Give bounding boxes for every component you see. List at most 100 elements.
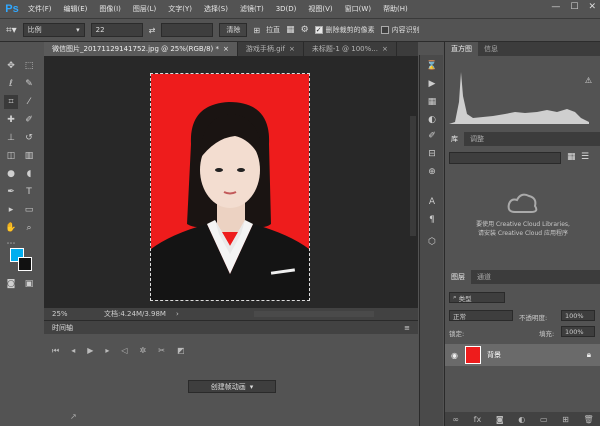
transition-icon[interactable]: ◩	[177, 346, 185, 356]
create-animation-button[interactable]: 创建帧动画 ▾	[188, 380, 276, 393]
blur-tool-icon[interactable]: ●	[4, 167, 18, 181]
blend-mode-dropdown[interactable]: 正常	[449, 310, 513, 321]
fx-icon[interactable]: fx	[474, 415, 482, 424]
gradient-tool-icon[interactable]: ▥	[22, 149, 36, 163]
split-icon[interactable]: ✂	[158, 346, 165, 356]
menu-layer[interactable]: 图层(L)	[127, 4, 162, 14]
character-icon[interactable]: A	[425, 195, 439, 209]
clear-button[interactable]: 清除	[219, 23, 248, 37]
canvas-area[interactable]	[44, 56, 418, 308]
crop-tool-icon[interactable]: ⌗▾	[6, 25, 17, 36]
close-icon[interactable]: ×	[223, 45, 229, 53]
menu-3d[interactable]: 3D(D)	[270, 5, 303, 13]
3d-icon[interactable]: ⬡	[425, 235, 439, 249]
list-view-icon[interactable]: ☰	[581, 152, 589, 162]
gear-icon[interactable]: ⚙	[301, 25, 309, 35]
crop-tool-icon[interactable]: ⌗	[4, 95, 18, 109]
path-select-icon[interactable]: ▸	[4, 203, 18, 217]
opacity-input[interactable]: 100%	[561, 310, 595, 321]
warning-icon[interactable]: ⚠	[585, 76, 592, 85]
swatches-icon[interactable]: ▦	[425, 95, 439, 109]
delete-cropped-checkbox[interactable]: ✓ 删除裁剪的像素	[314, 25, 375, 35]
adjustment-icon[interactable]: ◐	[518, 415, 525, 424]
tab-channels[interactable]: 通道	[471, 270, 497, 284]
new-layer-icon[interactable]: ⊞	[562, 415, 569, 424]
library-dropdown[interactable]	[449, 152, 561, 164]
history-brush-icon[interactable]: ↺	[22, 131, 36, 145]
shape-tool-icon[interactable]: ▭	[22, 203, 36, 217]
straighten-icon[interactable]: ⊞	[253, 26, 260, 35]
menu-file[interactable]: 文件(F)	[22, 4, 58, 14]
audio-icon[interactable]: ◁	[121, 346, 127, 356]
overlay-grid-icon[interactable]: ▦	[286, 25, 295, 35]
folder-icon[interactable]: ▭	[540, 415, 548, 424]
tab-adjustments[interactable]: 调整	[464, 132, 490, 146]
minimize-icon[interactable]: —	[551, 2, 560, 12]
panel-menu-icon[interactable]: ≡	[404, 324, 410, 332]
tab-histogram[interactable]: 直方图	[445, 42, 478, 56]
hand-tool-icon[interactable]: ✋	[4, 221, 18, 235]
quick-select-tool-icon[interactable]: ✎	[22, 77, 36, 91]
chevron-right-icon[interactable]: ›	[176, 310, 179, 318]
layer-row-background[interactable]: ◉ 背景 🔒︎	[445, 344, 600, 366]
eraser-tool-icon[interactable]: ◫	[4, 149, 18, 163]
pen-tool-icon[interactable]: ✒	[4, 185, 18, 199]
marquee-tool-icon[interactable]: ⬚	[22, 59, 36, 73]
crop-bounding-box[interactable]	[150, 73, 310, 301]
tab-info[interactable]: 信息	[478, 42, 504, 56]
clone-source-icon[interactable]: ⊕	[425, 165, 439, 179]
content-aware-checkbox[interactable]: 内容识别	[380, 25, 420, 35]
close-icon[interactable]: ×	[382, 45, 388, 53]
next-frame-icon[interactable]: ▸	[105, 346, 109, 356]
tab-document-3[interactable]: 未标题-1 @ 100%... ×	[304, 42, 397, 56]
menu-type[interactable]: 文字(Y)	[162, 4, 198, 14]
menu-select[interactable]: 选择(S)	[198, 4, 234, 14]
quick-mask-icon[interactable]: ◙	[4, 277, 18, 291]
zoom-level[interactable]: 25%	[52, 310, 88, 318]
visibility-eye-icon[interactable]: ◉	[451, 351, 458, 360]
menu-filter[interactable]: 滤镜(T)	[234, 4, 270, 14]
lock-icon[interactable]: 🔒︎	[587, 350, 591, 360]
straighten-button[interactable]: 拉直	[266, 25, 280, 35]
horizontal-scrollbar[interactable]	[254, 311, 374, 317]
trash-icon[interactable]: 🗑︎	[584, 415, 594, 424]
close-icon[interactable]: ×	[289, 45, 295, 53]
stamp-tool-icon[interactable]: ⊥	[4, 131, 18, 145]
paragraph-icon[interactable]: ¶	[425, 213, 439, 227]
menu-window[interactable]: 窗口(W)	[339, 4, 377, 14]
menu-help[interactable]: 帮助(H)	[377, 4, 414, 14]
move-tool-icon[interactable]: ✥	[4, 59, 18, 73]
lasso-tool-icon[interactable]: ℓ	[4, 77, 18, 91]
zoom-tool-icon[interactable]: ⌕	[22, 221, 36, 235]
menu-edit[interactable]: 编辑(E)	[58, 4, 94, 14]
tool-presets-icon[interactable]: ⊟	[425, 147, 439, 161]
history-icon[interactable]: ⌛	[425, 59, 439, 73]
close-icon[interactable]: ✕	[588, 2, 596, 12]
settings-icon[interactable]: ✲	[140, 346, 147, 356]
menu-view[interactable]: 视图(V)	[302, 4, 338, 14]
dodge-tool-icon[interactable]: ◖	[22, 167, 36, 181]
tab-layers[interactable]: 图层	[445, 270, 471, 284]
filter-kind-dropdown[interactable]: ⌕ 类型	[449, 292, 505, 303]
tab-document-1[interactable]: 微信图片_20171129141752.jpg @ 25%(RGB/8) * ×	[44, 42, 238, 56]
mask-icon[interactable]: ◙	[496, 415, 504, 424]
link-icon[interactable]: ∞	[452, 415, 459, 424]
fill-input[interactable]: 100%	[561, 326, 595, 337]
actions-play-icon[interactable]: ▶	[425, 77, 439, 91]
brush-presets-icon[interactable]: ✐	[425, 129, 439, 143]
background-color-swatch[interactable]	[18, 257, 32, 271]
width-input[interactable]: 22	[90, 23, 143, 37]
play-icon[interactable]: ▶	[87, 346, 93, 356]
ratio-dropdown[interactable]: 比例 ▾	[22, 23, 85, 37]
tab-library[interactable]: 库	[445, 132, 464, 146]
screen-mode-icon[interactable]: ▣	[22, 277, 36, 291]
height-input[interactable]	[161, 23, 214, 37]
healing-tool-icon[interactable]: ✚	[4, 113, 18, 127]
menu-image[interactable]: 图像(I)	[93, 4, 127, 14]
eyedropper-tool-icon[interactable]: ⁄	[22, 95, 36, 109]
brush-tool-icon[interactable]: ✐	[22, 113, 36, 127]
color-icon[interactable]: ◐	[425, 113, 439, 127]
tab-document-2[interactable]: 游戏手柄.gif ×	[238, 42, 304, 56]
maximize-icon[interactable]: ☐	[570, 2, 578, 12]
type-tool-icon[interactable]: T	[22, 185, 36, 199]
